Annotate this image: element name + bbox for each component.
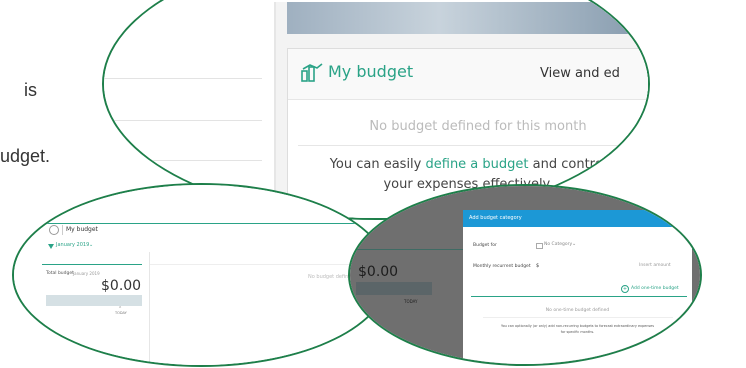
hint-divider [483,317,673,318]
amount-input[interactable]: Insert amount [639,263,671,268]
zoom-callout-dialog: $0.00 TODAY Add budget category × Budget… [348,184,702,366]
no-one-time-message: No one-time budget defined [545,308,610,313]
cta-prefix: You can easily [329,157,426,172]
page-title: My budget [66,226,98,233]
section-divider [471,296,687,297]
cta-suffix: and control [528,157,607,172]
dimmed-amount: $0.00 [358,264,399,280]
filter-icon[interactable] [48,244,54,249]
sidebar-divider [104,78,262,79]
month-selector[interactable]: January 2019 [56,242,89,248]
banner-image [287,2,648,34]
card-header: My budget View and ed [288,49,648,100]
add-budget-dialog: Add budget category × Budget for No Cate… [463,210,692,364]
budget-for-label: Budget for [473,243,497,248]
dimmed-today: TODAY [404,299,418,304]
page-title-divider [62,225,63,235]
category-chevron-icon[interactable]: ⌄ [572,241,576,247]
close-icon[interactable]: × [677,213,687,223]
add-circle-icon[interactable]: + [621,285,629,293]
month-underline [42,264,142,265]
bg-text-1: is [24,80,37,100]
zoom-callout-budget-page: My budget January 2019 ⌄ Total budget Ja… [12,183,390,367]
card-title: My budget [328,62,414,81]
bg-text-2: udget. [0,146,51,166]
dimmed-progress-bar [356,282,432,295]
total-budget-month: January 2019 [73,271,100,276]
topbar-line [22,223,388,224]
empty-budget-message: No budget defined for this month [369,119,587,134]
sidebar-divider [104,120,262,121]
hint-line-2: for specific months. [560,330,595,334]
currency-symbol: $ [536,263,540,269]
progress-bar [46,295,142,306]
today-label: TODAY [115,311,127,315]
hint-line-1: You can optionally (or only) add non-rec… [500,324,655,328]
chart-budget-icon [300,63,324,83]
category-icon [536,243,543,249]
total-budget-label: Total budget [46,271,74,276]
column-divider [149,252,150,365]
chevron-down-icon[interactable]: ⌄ [89,242,93,248]
add-one-time-button[interactable]: Add one-time budget [631,286,679,291]
card-divider [298,145,638,146]
define-budget-link[interactable]: define a budget [426,157,529,172]
sidebar-divider [104,160,262,161]
recurrent-label: Monthly recurrent budget [473,264,531,269]
back-circle-icon[interactable] [49,225,59,235]
view-and-edit-link[interactable]: View and ed [540,66,620,81]
total-amount: $0.00 [101,278,142,294]
dialog-title: Add budget category [469,215,522,221]
category-select[interactable]: No Category [544,242,572,247]
dialog-header: Add budget category × [463,210,692,227]
